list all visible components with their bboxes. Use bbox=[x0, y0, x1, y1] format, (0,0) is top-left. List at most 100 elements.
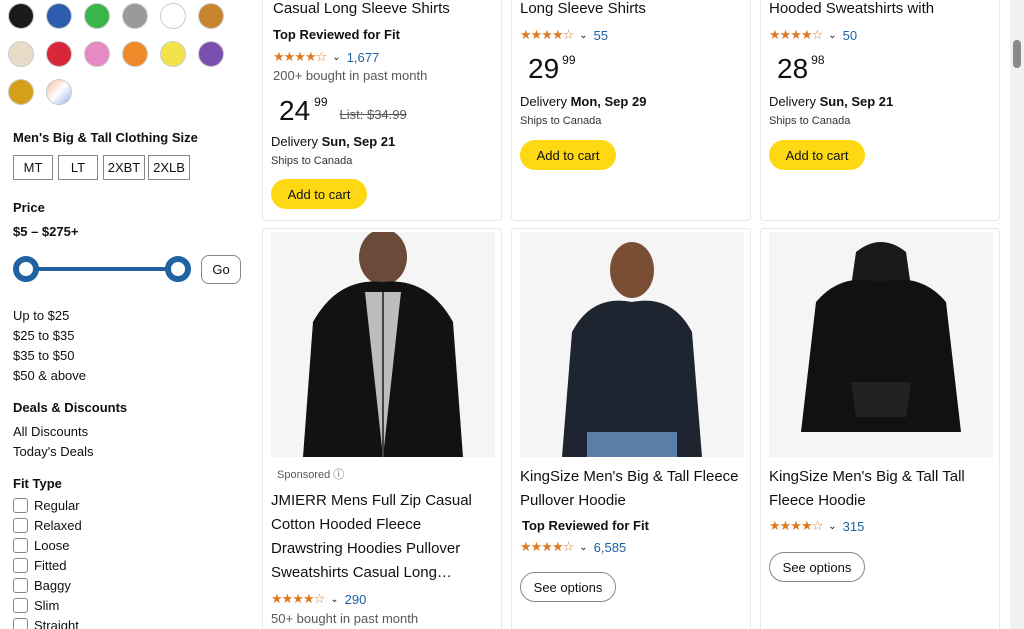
rating-row[interactable]: ★★★★☆ ⌄ 50 bbox=[769, 27, 857, 43]
rating-row[interactable]: ★★★★☆ ⌄ 6,585 bbox=[520, 539, 626, 555]
see-options-button[interactable]: See options bbox=[520, 572, 616, 602]
deals-link[interactable]: Today's Deals bbox=[13, 444, 94, 459]
color-swatch[interactable] bbox=[160, 41, 186, 67]
size-option[interactable]: MT bbox=[13, 155, 53, 180]
product-image[interactable] bbox=[769, 232, 993, 457]
chevron-down-icon[interactable]: ⌄ bbox=[330, 594, 338, 605]
color-swatches-row-3 bbox=[8, 79, 72, 105]
rating-row[interactable]: ★★★★☆ ⌄ 290 bbox=[271, 591, 366, 607]
product-title[interactable]: KingSize Men's Big & Tall Tall Fleece Ho… bbox=[769, 465, 991, 513]
color-swatch[interactable] bbox=[122, 3, 148, 29]
color-swatch[interactable] bbox=[8, 79, 34, 105]
add-to-cart-button[interactable]: Add to cart bbox=[769, 140, 865, 170]
rating-row[interactable]: ★★★★☆ ⌄ 315 bbox=[769, 518, 864, 534]
deals-filter-title: Deals & Discounts bbox=[13, 400, 128, 415]
rating-count[interactable]: 55 bbox=[594, 28, 608, 43]
fit-label: Straight bbox=[34, 618, 79, 629]
rating-count[interactable]: 290 bbox=[345, 592, 367, 607]
color-swatch[interactable] bbox=[122, 41, 148, 67]
chevron-down-icon[interactable]: ⌄ bbox=[579, 30, 587, 41]
page-scrollbar[interactable] bbox=[1010, 0, 1024, 629]
chevron-down-icon[interactable]: ⌄ bbox=[828, 30, 836, 41]
filter-sidebar: Men's Big & Tall Clothing Size MT LT 2XB… bbox=[0, 0, 255, 629]
star-rating-icon[interactable]: ★★★★☆ bbox=[273, 49, 327, 65]
product-title[interactable]: Long Sleeve Shirts bbox=[520, 0, 646, 21]
price-range-label: $5 – $275+ bbox=[13, 224, 79, 239]
deals-link[interactable]: All Discounts bbox=[13, 424, 88, 439]
fit-option[interactable]: Relaxed bbox=[13, 518, 82, 533]
checkbox[interactable] bbox=[13, 518, 28, 533]
see-options-button[interactable]: See options bbox=[769, 552, 865, 582]
color-swatch[interactable] bbox=[84, 3, 110, 29]
size-option[interactable]: LT bbox=[58, 155, 98, 180]
ships-to: Ships to Canada bbox=[769, 115, 851, 127]
ships-to: Ships to Canada bbox=[271, 155, 353, 167]
rating-count[interactable]: 315 bbox=[843, 519, 865, 534]
color-swatch[interactable] bbox=[46, 3, 72, 29]
product-title[interactable]: KingSize Men's Big & Tall Fleece Pullove… bbox=[520, 465, 742, 513]
color-swatch[interactable] bbox=[46, 41, 72, 67]
top-reviewed-badge: Top Reviewed for Fit bbox=[273, 27, 400, 42]
checkbox[interactable] bbox=[13, 558, 28, 573]
price-link[interactable]: $50 & above bbox=[13, 368, 86, 383]
product-card: Hooded Sweatshirts with ★★★★☆ ⌄ 50 28 98… bbox=[760, 0, 1000, 221]
product-title[interactable]: JMIERR Mens Full Zip Casual Cotton Hoode… bbox=[271, 489, 493, 585]
fit-filter-title: Fit Type bbox=[13, 476, 62, 491]
product-title[interactable]: Hooded Sweatshirts with bbox=[769, 0, 934, 21]
price-link[interactable]: $35 to $50 bbox=[13, 348, 74, 363]
fit-option[interactable]: Slim bbox=[13, 598, 59, 613]
price-link[interactable]: Up to $25 bbox=[13, 308, 69, 323]
price-dollars: 24 bbox=[279, 95, 311, 126]
price-cents: 99 bbox=[314, 95, 328, 109]
rating-row[interactable]: ★★★★☆ ⌄ 1,677 bbox=[273, 49, 379, 65]
price-dollars: 29 bbox=[528, 53, 560, 84]
star-rating-icon[interactable]: ★★★★☆ bbox=[520, 539, 574, 555]
fit-option[interactable]: Fitted bbox=[13, 558, 67, 573]
color-swatch[interactable] bbox=[198, 3, 224, 29]
fit-option[interactable]: Baggy bbox=[13, 578, 71, 593]
hoodie-image bbox=[801, 242, 961, 432]
color-swatch[interactable] bbox=[8, 41, 34, 67]
rating-count[interactable]: 1,677 bbox=[347, 50, 380, 65]
fit-option[interactable]: Regular bbox=[13, 498, 80, 513]
chevron-down-icon[interactable]: ⌄ bbox=[332, 52, 340, 63]
sponsored-label[interactable]: Sponsored ⓘ bbox=[277, 466, 344, 482]
checkbox[interactable] bbox=[13, 538, 28, 553]
checkbox[interactable] bbox=[13, 578, 28, 593]
chevron-down-icon[interactable]: ⌄ bbox=[579, 542, 587, 553]
product-image[interactable] bbox=[271, 232, 495, 457]
rating-count[interactable]: 50 bbox=[843, 28, 857, 43]
star-rating-icon[interactable]: ★★★★☆ bbox=[769, 27, 823, 43]
price-go-button[interactable]: Go bbox=[201, 255, 241, 284]
checkbox[interactable] bbox=[13, 618, 28, 629]
price-slider-min-handle[interactable] bbox=[13, 256, 39, 282]
star-rating-icon[interactable]: ★★★★☆ bbox=[520, 27, 574, 43]
color-swatch[interactable] bbox=[84, 41, 110, 67]
size-option[interactable]: 2XLB bbox=[148, 155, 190, 180]
fit-option[interactable]: Loose bbox=[13, 538, 69, 553]
rating-count[interactable]: 6,585 bbox=[594, 540, 627, 555]
star-rating-icon[interactable]: ★★★★☆ bbox=[769, 518, 823, 534]
color-swatch[interactable] bbox=[46, 79, 72, 105]
checkbox[interactable] bbox=[13, 498, 28, 513]
color-swatch[interactable] bbox=[198, 41, 224, 67]
scrollbar-thumb[interactable] bbox=[1013, 40, 1021, 68]
product-title[interactable]: Casual Long Sleeve Shirts bbox=[273, 0, 450, 21]
price-link[interactable]: $25 to $35 bbox=[13, 328, 74, 343]
rating-row[interactable]: ★★★★☆ ⌄ 55 bbox=[520, 27, 608, 43]
size-option[interactable]: 2XBT bbox=[103, 155, 145, 180]
price-slider-max-handle[interactable] bbox=[165, 256, 191, 282]
fit-option[interactable]: Straight bbox=[13, 618, 79, 629]
product-image[interactable] bbox=[520, 232, 744, 457]
checkbox[interactable] bbox=[13, 598, 28, 613]
list-price: List: $34.99 bbox=[339, 107, 407, 122]
price-block: 29 99 bbox=[528, 53, 576, 85]
add-to-cart-button[interactable]: Add to cart bbox=[520, 140, 616, 170]
color-swatch[interactable] bbox=[160, 3, 186, 29]
color-swatch[interactable] bbox=[8, 3, 34, 29]
price-cents: 98 bbox=[811, 53, 825, 67]
fit-label: Fitted bbox=[34, 558, 67, 573]
star-rating-icon[interactable]: ★★★★☆ bbox=[271, 591, 325, 607]
add-to-cart-button[interactable]: Add to cart bbox=[271, 179, 367, 209]
chevron-down-icon[interactable]: ⌄ bbox=[828, 521, 836, 532]
